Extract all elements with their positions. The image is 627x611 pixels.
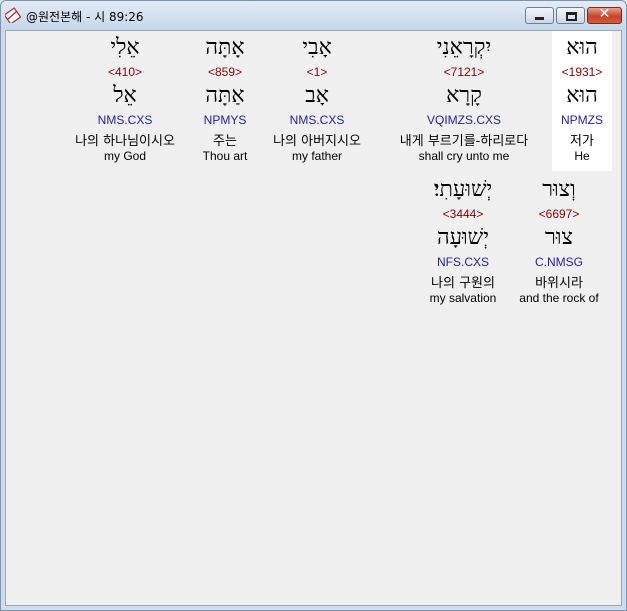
hebrew-lemma: אֵל [113, 83, 137, 108]
hebrew-word: יִקְרָאֵנִי [436, 35, 492, 60]
korean-gloss: 나의 하나님이시오 [75, 134, 175, 149]
word-column[interactable]: אָתָּה <859> אַתָּה NPMYS 주는 Thou art [194, 31, 256, 171]
strong-number[interactable]: <859> [194, 65, 256, 79]
hebrew-word: יְשׁוּעָתִי׃ [433, 177, 493, 202]
parsing-code: NPMZS [561, 113, 603, 127]
maximize-icon [566, 12, 577, 21]
parsing-code: NFS.CXS [436, 255, 489, 269]
korean-gloss: 나의 구원의 [431, 276, 495, 291]
minimize-button[interactable] [525, 7, 554, 24]
close-button[interactable]: ✕ [587, 6, 622, 24]
strong-number[interactable]: <3444> [416, 207, 510, 221]
hebrew-word: הוּא [566, 35, 598, 60]
word-column[interactable]: הוּא <1931> הוּא NPMZS 저가 He [552, 31, 612, 171]
strong-number[interactable]: <6697> [512, 207, 606, 221]
korean-gloss: 나의 아버지시오 [273, 134, 361, 149]
korean-gloss: 내게 부르기를-하리로다 [399, 134, 529, 149]
korean-gloss: 저가 [570, 134, 594, 149]
hebrew-word: אָבִי [302, 35, 332, 60]
word-column[interactable]: יְשׁוּעָתִי׃ <3444> יְשׁוּעָה NFS.CXS 나의… [416, 173, 510, 313]
english-gloss: my salvation [429, 291, 497, 305]
hebrew-word: אָתָּה [205, 35, 245, 60]
window-title: @원전본해 - 시 89:26 [26, 10, 144, 24]
strong-number[interactable]: <1931> [552, 65, 612, 79]
english-gloss: shall cry unto me [418, 149, 510, 163]
minimize-icon [535, 17, 544, 20]
strong-number[interactable]: <7121> [384, 65, 544, 79]
close-icon: ✕ [598, 6, 611, 22]
word-column[interactable]: אֵלִי <410> אֵל NMS.CXS 나의 하나님이시오 my God [60, 31, 190, 171]
korean-gloss: 주는 [213, 134, 237, 149]
hebrew-lemma: יְשׁוּעָה [436, 225, 490, 250]
english-gloss: my God [103, 149, 146, 163]
word-column[interactable]: אָבִי <1> אָב NMS.CXS 나의 아버지시오 my father [260, 31, 374, 171]
english-gloss: and the rock of [519, 291, 599, 305]
parsing-code: NMS.CXS [97, 113, 153, 127]
parsing-code: C.NMSG [535, 255, 583, 269]
hebrew-lemma: קָרָא [446, 83, 482, 108]
app-icon[interactable] [5, 7, 21, 23]
hebrew-lemma: אָב [305, 83, 329, 108]
parsing-code: NMS.CXS [289, 113, 345, 127]
maximize-button[interactable] [556, 7, 585, 24]
hebrew-word: וְצוּר [542, 177, 576, 202]
english-gloss: He [574, 149, 590, 163]
word-column[interactable]: וְצוּר <6697> צוּר C.NMSG 바위시라 and the r… [512, 173, 606, 313]
strong-number[interactable]: <1> [260, 65, 374, 79]
word-column[interactable]: יִקְרָאֵנִי <7121> קָרָא VQIMZS.CXS 내게 부… [384, 31, 544, 171]
hebrew-word: אֵלִי [110, 35, 140, 60]
hebrew-lemma: אַתָּה [205, 83, 245, 108]
hebrew-lemma: הוּא [566, 83, 598, 108]
parsing-code: VQIMZS.CXS [426, 113, 501, 127]
app-window: @원전본해 - 시 89:26 ✕ הוּא <1931> הוּא NPMZS… [0, 0, 627, 611]
title-bar[interactable]: @원전본해 - 시 89:26 ✕ [1, 1, 626, 30]
interlinear-panel: הוּא <1931> הוּא NPMZS 저가 He יִקְרָאֵנִי… [5, 30, 622, 606]
korean-gloss: 바위시라 [535, 276, 583, 291]
strong-number[interactable]: <410> [60, 65, 190, 79]
parsing-code: NPMYS [203, 113, 247, 127]
hebrew-lemma: צוּר [545, 225, 573, 250]
english-gloss: my father [291, 149, 342, 163]
english-gloss: Thou art [202, 149, 248, 163]
